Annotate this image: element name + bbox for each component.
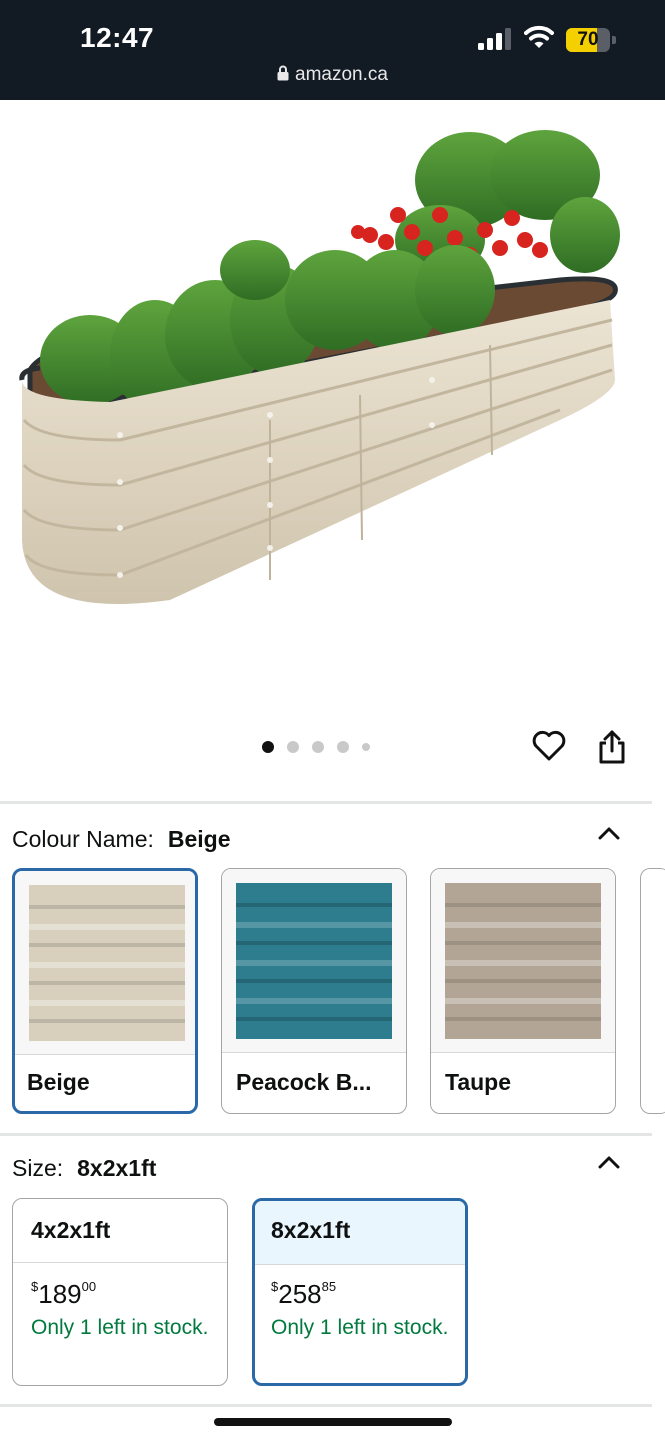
home-indicator[interactable] [214, 1418, 452, 1426]
size-title: 8x2x1ft [271, 1217, 351, 1243]
swatch-image [236, 883, 392, 1039]
url-text: amazon.ca [295, 64, 388, 85]
product-image[interactable] [0, 100, 665, 720]
size-option-8x2x1ft[interactable]: 8x2x1ft $25885 Only 1 left in stock. [252, 1198, 468, 1386]
swatch-image [29, 885, 185, 1041]
size-title: 4x2x1ft [31, 1217, 111, 1243]
chevron-up-icon[interactable] [598, 826, 620, 840]
battery-level: 70 [577, 29, 599, 50]
wifi-icon [524, 25, 554, 48]
chevron-up-icon[interactable] [598, 1155, 620, 1169]
pagination-dot[interactable] [287, 741, 299, 753]
battery-icon: 70 [566, 28, 616, 52]
size-label: Size: [12, 1155, 64, 1181]
size-header: Size: 8x2x1ft [12, 1155, 156, 1182]
size-selected-value: 8x2x1ft [77, 1155, 157, 1181]
colour-option-beige[interactable]: Beige [12, 868, 198, 1114]
pagination-dot[interactable] [262, 741, 274, 753]
heart-icon[interactable] [532, 730, 566, 762]
colour-option-peacock-blue[interactable]: Peacock B... [221, 868, 407, 1114]
colour-header: Colour Name: Beige [12, 826, 231, 853]
swatch-label: Peacock B... [236, 1069, 372, 1095]
price: $25885 [271, 1279, 336, 1310]
swatch-image [445, 883, 601, 1039]
url-bar[interactable]: amazon.ca [0, 64, 665, 90]
stock-status: Only 1 left in stock. [271, 1316, 449, 1339]
pagination-dot[interactable] [312, 741, 324, 753]
swatch-label: Taupe [445, 1069, 512, 1095]
share-icon[interactable] [597, 729, 627, 765]
price: $18900 [31, 1279, 96, 1310]
price-cents: 00 [81, 1279, 97, 1294]
price-dollars: 189 [38, 1279, 82, 1309]
swatch-label: Beige [27, 1069, 90, 1095]
status-time: 12:47 [80, 22, 155, 53]
stock-status: Only 1 left in stock. [31, 1316, 209, 1339]
colour-option-taupe[interactable]: Taupe [430, 868, 616, 1114]
price-dollars: 258 [278, 1279, 322, 1309]
divider [0, 1404, 652, 1407]
status-bar: 12:47 70 amazon.ca [0, 0, 665, 100]
colour-option-more[interactable] [640, 868, 665, 1114]
size-option-4x2x1ft[interactable]: 4x2x1ft $18900 Only 1 left in stock. [12, 1198, 228, 1386]
colour-label: Colour Name: [12, 826, 154, 852]
pagination-dot[interactable] [362, 743, 370, 751]
colour-selected-value: Beige [167, 826, 231, 852]
image-pagination[interactable] [262, 740, 370, 754]
signal-icon [478, 28, 511, 50]
divider [0, 1133, 652, 1136]
divider [0, 801, 652, 804]
price-cents: 85 [321, 1279, 337, 1294]
pagination-dot[interactable] [337, 741, 349, 753]
lock-icon [277, 65, 289, 81]
